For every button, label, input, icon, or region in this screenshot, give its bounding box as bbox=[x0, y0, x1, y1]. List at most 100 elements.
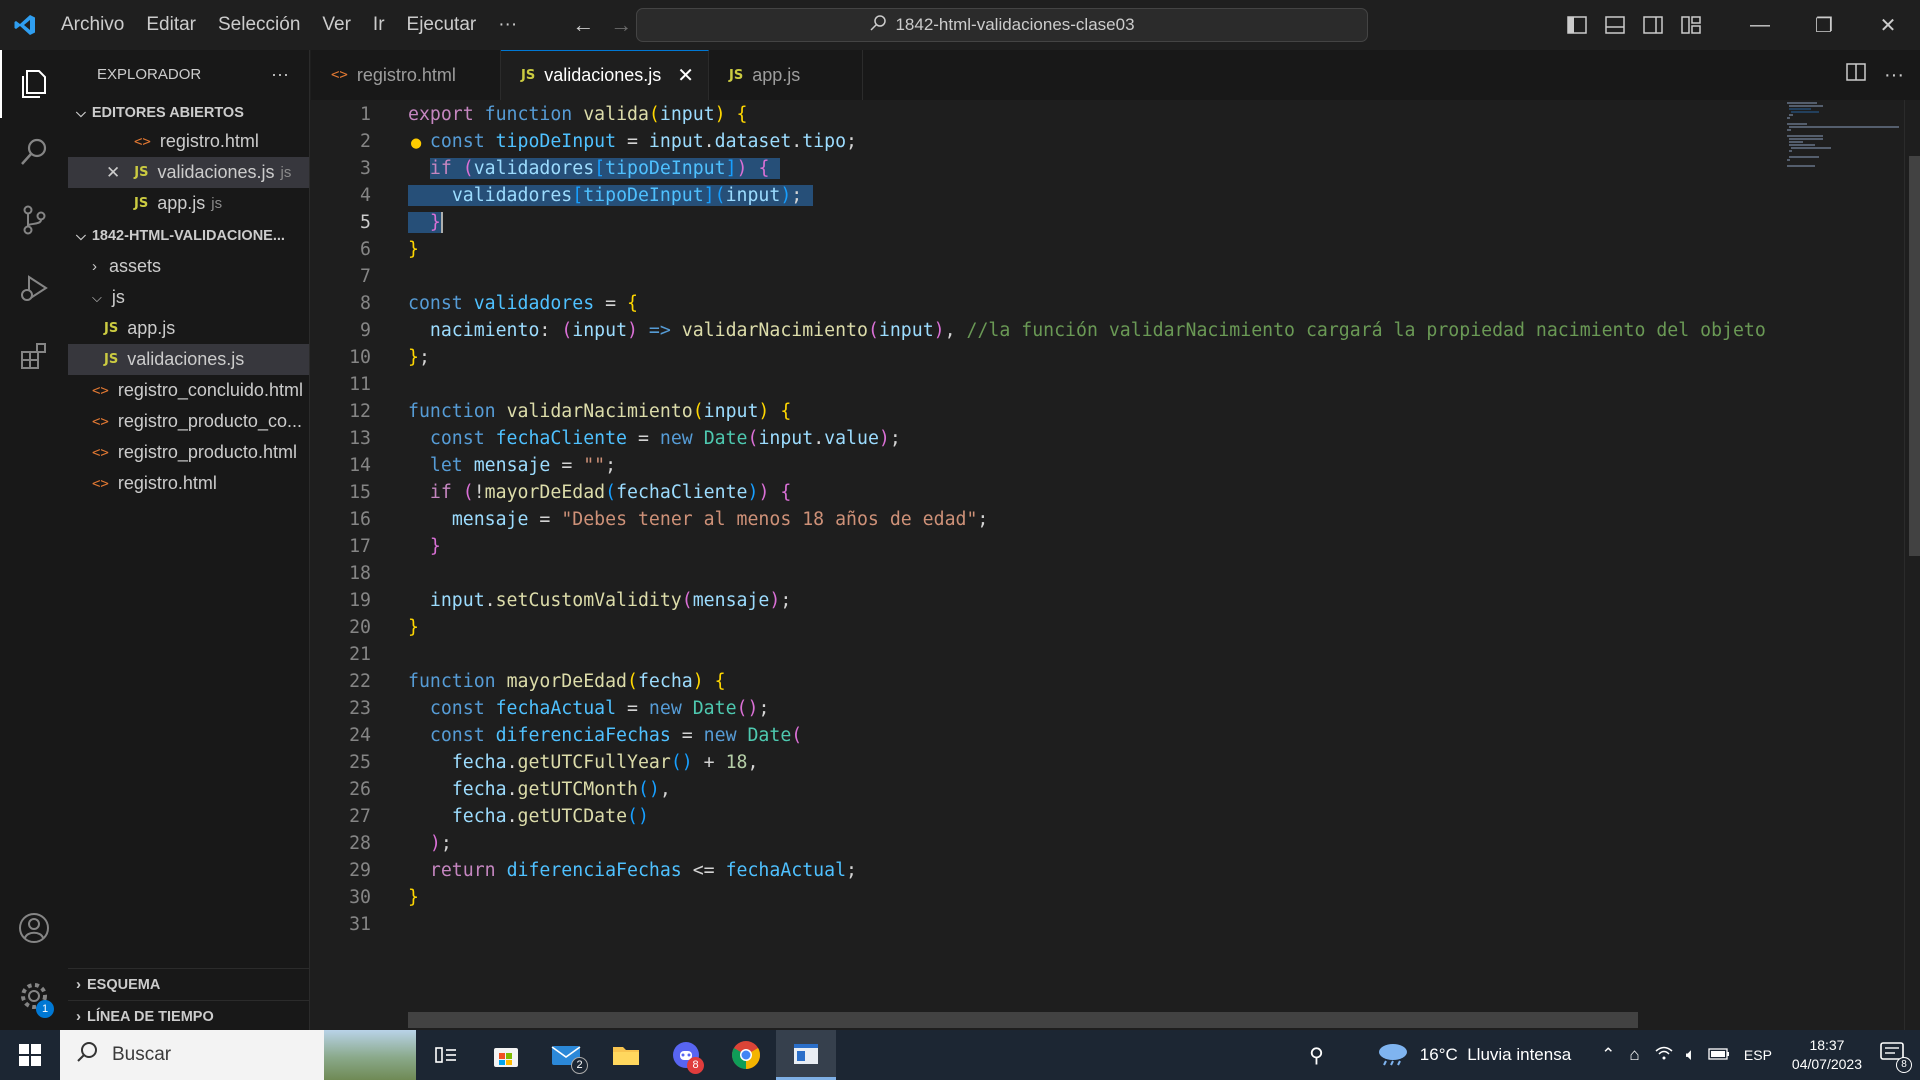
weather-icon[interactable] bbox=[1376, 1040, 1410, 1071]
customize-layout-icon[interactable] bbox=[1672, 0, 1710, 50]
code-line: 25 fecha.getUTCFullYear() + 18, bbox=[349, 752, 759, 773]
microsoft-store-icon[interactable] bbox=[476, 1030, 536, 1080]
battery-icon[interactable] bbox=[1708, 1045, 1730, 1065]
code-line: 19 input.setCustomValidity(mensaje); bbox=[349, 590, 792, 611]
tree-item-validaciones-js[interactable]: JS validaciones.js bbox=[68, 344, 309, 375]
toggle-primary-sidebar-icon[interactable] bbox=[1558, 0, 1596, 50]
extensions-icon[interactable] bbox=[0, 322, 68, 390]
code-line: 18 bbox=[349, 563, 371, 584]
timeline-title: LÍNEA DE TIEMPO bbox=[87, 1008, 214, 1025]
close-editor-icon[interactable]: ✕ bbox=[106, 163, 120, 183]
volume-icon[interactable]: 🔈︎ bbox=[1686, 1045, 1696, 1065]
search-highlight-image bbox=[324, 1030, 416, 1080]
tab-validaciones-js[interactable]: JS validaciones.js ✕ bbox=[501, 50, 709, 100]
code-line: 29 return diferenciaFechas <= fechaActua… bbox=[349, 860, 857, 881]
file-explorer-icon[interactable] bbox=[596, 1030, 656, 1080]
tree-item-app-js[interactable]: JS app.js bbox=[68, 313, 309, 344]
code-line: 13 const fechaCliente = new Date(input.v… bbox=[349, 428, 901, 449]
close-tab-icon[interactable]: ✕ bbox=[677, 63, 694, 88]
vscode-taskbar-icon[interactable] bbox=[776, 1030, 836, 1080]
mail-badge: 2 bbox=[571, 1057, 588, 1074]
tab-registro-html[interactable]: <> registro.html bbox=[311, 50, 501, 100]
open-editor-registro-html[interactable]: <> registro.html bbox=[68, 126, 309, 157]
vscode-logo-icon bbox=[0, 0, 50, 50]
mail-icon[interactable]: 2 bbox=[536, 1030, 596, 1080]
menu-editar[interactable]: Editar bbox=[135, 0, 207, 50]
tab-app-js[interactable]: JS app.js bbox=[709, 50, 863, 100]
chrome-icon[interactable] bbox=[716, 1030, 776, 1080]
open-editor-app-js[interactable]: JS app.js js bbox=[68, 188, 309, 219]
windows-start-icon[interactable] bbox=[0, 1030, 60, 1080]
tree-item-js[interactable]: ⌵ js bbox=[68, 282, 309, 313]
people-icon[interactable]: ⚲ bbox=[1309, 1043, 1324, 1068]
forward-arrow-icon[interactable]: → bbox=[610, 12, 632, 38]
menu-ver[interactable]: Ver bbox=[311, 0, 362, 50]
restore-button[interactable]: ❐ bbox=[1792, 0, 1856, 50]
minimap[interactable] bbox=[1781, 100, 1901, 1030]
horizontal-scrollbar[interactable] bbox=[408, 1012, 1638, 1028]
weather-text[interactable]: 16°C Lluvia intensa bbox=[1420, 1045, 1571, 1065]
menu-ejecutar[interactable]: Ejecutar bbox=[396, 0, 488, 50]
tree-item-assets[interactable]: › assets bbox=[68, 251, 309, 282]
clock-date: 04/07/2023 bbox=[1791, 1056, 1862, 1072]
menu-more[interactable]: ··· bbox=[487, 0, 528, 50]
editor-more-icon[interactable]: ··· bbox=[1884, 64, 1904, 87]
code-line: 23 const fechaActual = new Date(); bbox=[349, 698, 770, 719]
clock-time: 18:37 bbox=[1809, 1037, 1845, 1053]
taskbar-search-box[interactable]: Buscar bbox=[60, 1030, 416, 1080]
tree-item-registro-concluido[interactable]: <> registro_concluido.html bbox=[68, 375, 309, 406]
tree-item-label: registro_producto.html bbox=[117, 442, 297, 462]
run-debug-icon[interactable] bbox=[0, 254, 68, 322]
tree-item-registro-producto[interactable]: <> registro_producto.html bbox=[68, 437, 309, 468]
split-editor-icon[interactable] bbox=[1846, 63, 1866, 87]
code-line: 28 ); bbox=[349, 833, 452, 854]
project-section[interactable]: ⌵ 1842-HTML-VALIDACIONE... bbox=[68, 221, 309, 251]
close-window-button[interactable]: ✕ bbox=[1856, 0, 1920, 50]
tree-item-label: validaciones.js bbox=[127, 349, 245, 369]
menu-archivo[interactable]: Archivo bbox=[50, 0, 135, 50]
source-control-icon[interactable] bbox=[0, 186, 68, 254]
toggle-panel-icon[interactable] bbox=[1596, 0, 1634, 50]
menu-ir[interactable]: Ir bbox=[362, 0, 396, 50]
code-line: 3 if (validadores[tipoDeInput]) { bbox=[311, 155, 1781, 182]
open-editors-section[interactable]: ⌵ EDITORES ABIERTOS bbox=[68, 100, 309, 126]
task-view-icon[interactable] bbox=[416, 1030, 476, 1080]
explorer-title: EXPLORADOR bbox=[97, 65, 202, 83]
open-editor-validaciones-js[interactable]: ✕ JS validaciones.js js bbox=[68, 157, 309, 188]
code-line: 10}; bbox=[349, 347, 430, 368]
code-editor[interactable]: 1 export function valida(input) { 2 const… bbox=[311, 100, 1781, 1030]
meet-now-icon[interactable]: ⌂ bbox=[1629, 1045, 1639, 1065]
js-file-icon: JS bbox=[134, 165, 149, 180]
vertical-scrollbar-thumb[interactable] bbox=[1909, 156, 1920, 556]
menu-seleccion[interactable]: Selección bbox=[207, 0, 311, 50]
tree-item-label: registro_producto_co... bbox=[117, 411, 302, 431]
notification-icon[interactable]: 8 bbox=[1880, 1041, 1912, 1073]
search-icon[interactable] bbox=[0, 118, 68, 186]
tree-item-registro-producto-co[interactable]: <> registro_producto_co... bbox=[68, 406, 309, 437]
toggle-secondary-sidebar-icon[interactable] bbox=[1634, 0, 1672, 50]
search-icon bbox=[869, 14, 887, 37]
lightbulb-icon[interactable]: ● bbox=[411, 130, 421, 157]
discord-icon[interactable]: 8 bbox=[656, 1030, 716, 1080]
vertical-scrollbar[interactable] bbox=[1904, 100, 1920, 1030]
minimize-button[interactable]: — bbox=[1728, 0, 1792, 50]
tree-item-registro-html[interactable]: <> registro.html bbox=[68, 468, 309, 499]
js-file-icon: JS bbox=[104, 321, 119, 336]
command-center-search[interactable]: 1842-html-validaciones-clase03 bbox=[636, 8, 1368, 42]
settings-gear-icon[interactable]: 1 bbox=[0, 962, 68, 1030]
timeline-section[interactable]: › LÍNEA DE TIEMPO bbox=[68, 1000, 310, 1032]
discord-badge: 8 bbox=[687, 1057, 704, 1074]
code-line: 7 bbox=[360, 266, 371, 287]
outline-section[interactable]: › ESQUEMA bbox=[68, 968, 310, 1000]
chevron-up-icon[interactable]: ⌃ bbox=[1601, 1045, 1615, 1065]
project-title: 1842-HTML-VALIDACIONE... bbox=[91, 228, 285, 244]
activity-bar: 1 bbox=[0, 50, 68, 1030]
explorer-icon[interactable] bbox=[0, 50, 68, 118]
clock[interactable]: 18:37 04/07/2023 bbox=[1792, 1036, 1862, 1074]
back-arrow-icon[interactable]: ← bbox=[572, 12, 594, 38]
js-file-icon: JS bbox=[729, 67, 744, 83]
wifi-icon[interactable] bbox=[1654, 1045, 1674, 1066]
account-icon[interactable] bbox=[0, 894, 68, 962]
language-indicator[interactable]: ESP bbox=[1744, 1047, 1772, 1063]
explorer-more-button[interactable]: ··· bbox=[271, 64, 289, 85]
